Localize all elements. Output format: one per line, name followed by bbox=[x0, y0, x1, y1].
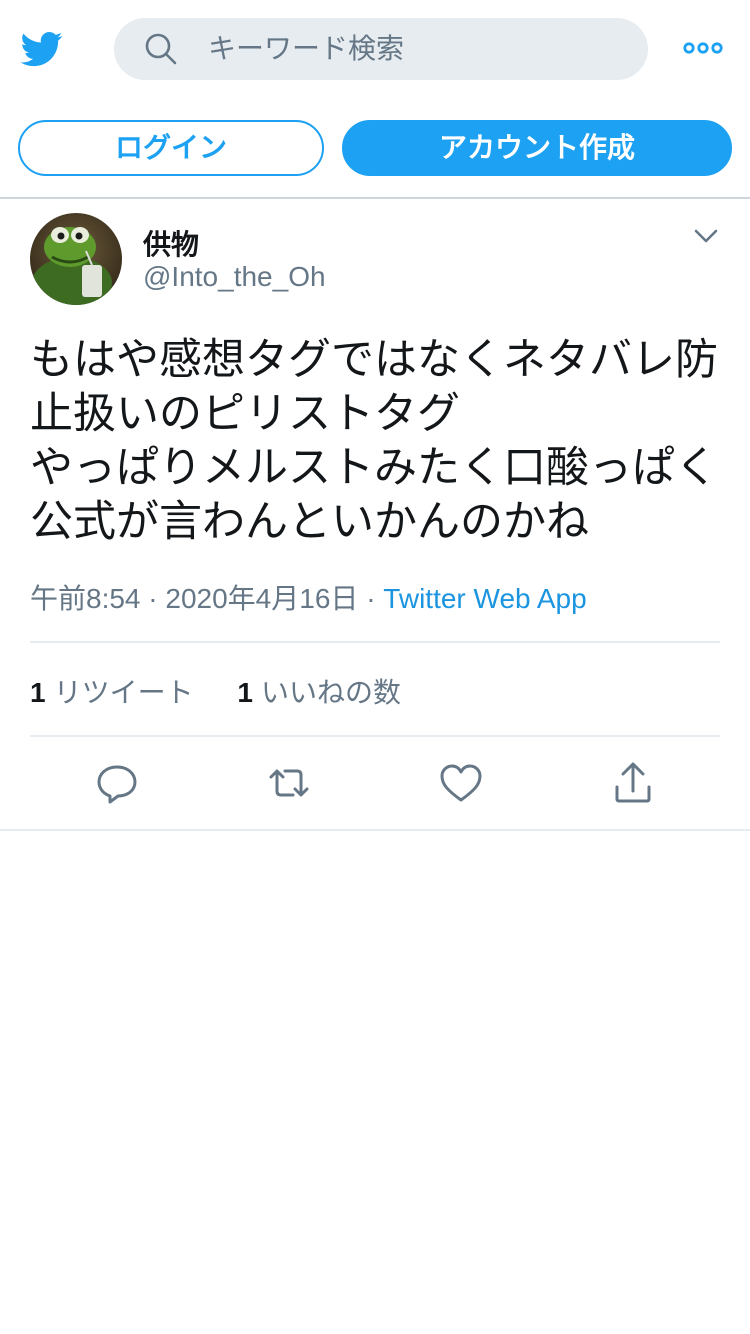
twitter-bird-icon[interactable] bbox=[18, 28, 66, 70]
login-button[interactable]: ログイン bbox=[18, 120, 324, 176]
display-name[interactable]: 供物 bbox=[143, 223, 199, 263]
more-options-icon[interactable] bbox=[682, 38, 724, 58]
search-placeholder[interactable]: キーワード検索 bbox=[208, 18, 404, 80]
divider bbox=[30, 735, 720, 737]
tweet-meta: 午前8:54 · 2020年4月16日 · Twitter Web App bbox=[30, 577, 587, 617]
tweet-detail: 供物 @Into_the_Oh もはや感想タグではなくネタバレ防止扱いのピリスト… bbox=[0, 199, 750, 831]
signup-button[interactable]: アカウント作成 bbox=[342, 120, 732, 176]
search-icon bbox=[144, 32, 178, 66]
top-bar: キーワード検索 bbox=[0, 0, 750, 100]
auth-bar: ログイン アカウント作成 bbox=[0, 100, 750, 199]
tweet-text: もはや感想タグではなくネタバレ防止扱いのピリストタグ やっぱりメルストみたく口酸… bbox=[30, 336, 718, 546]
chevron-down-icon[interactable] bbox=[692, 225, 720, 247]
tweet-source[interactable]: Twitter Web App bbox=[383, 583, 586, 614]
reply-icon[interactable] bbox=[93, 759, 141, 807]
tweet-time[interactable]: 午前8:54 bbox=[30, 583, 141, 614]
tweet-stats: 1 リツイート 1 いいねの数 bbox=[30, 671, 401, 711]
meta-separator: · bbox=[148, 583, 158, 614]
tweet-date[interactable]: 2020年4月16日 bbox=[165, 583, 358, 614]
divider bbox=[30, 641, 720, 643]
like-count-label: いいねの数 bbox=[260, 677, 401, 708]
retweet-count[interactable]: 1 リツイート bbox=[30, 677, 201, 708]
like-count-number: 1 bbox=[237, 677, 253, 708]
retweet-count-number: 1 bbox=[30, 677, 46, 708]
user-handle[interactable]: @Into_the_Oh bbox=[143, 261, 326, 293]
retweet-count-label: リツイート bbox=[53, 677, 194, 708]
meta-separator: · bbox=[366, 583, 376, 614]
retweet-icon[interactable] bbox=[265, 759, 313, 807]
like-count[interactable]: 1 いいねの数 bbox=[237, 677, 401, 708]
share-icon[interactable] bbox=[609, 759, 657, 807]
like-icon[interactable] bbox=[437, 759, 485, 807]
avatar[interactable] bbox=[30, 213, 122, 305]
search-bar[interactable]: キーワード検索 bbox=[114, 18, 648, 80]
